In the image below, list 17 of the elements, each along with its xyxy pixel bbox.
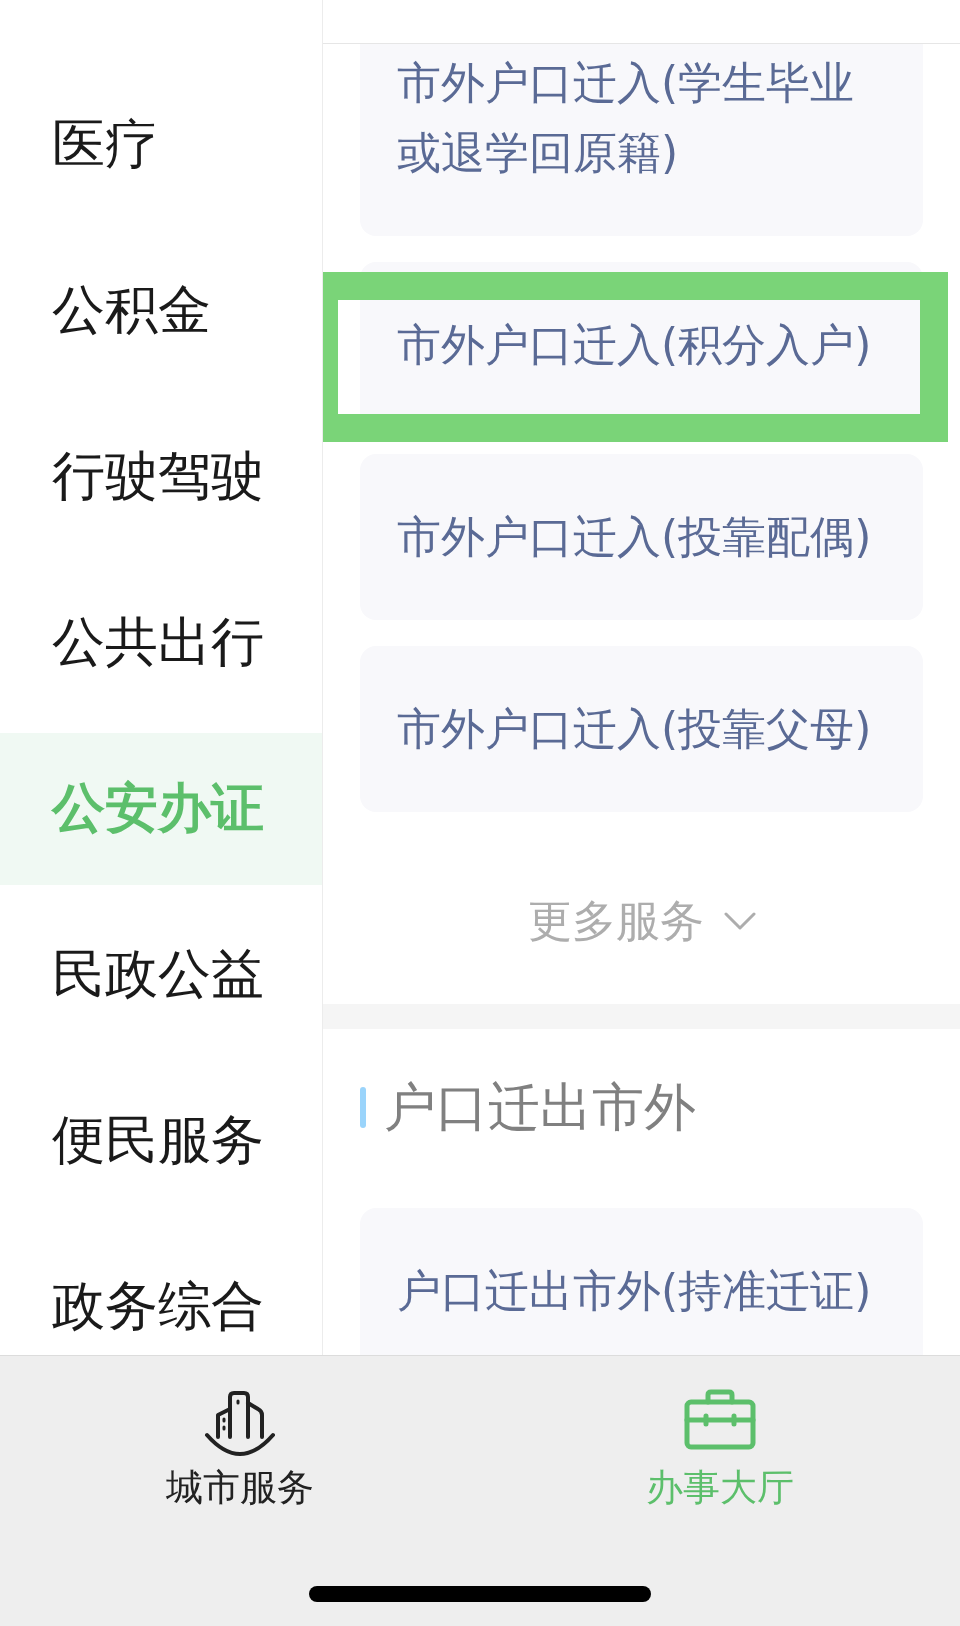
sidebar-item[interactable]: 公共出行: [0, 567, 322, 719]
tab[interactable]: 城市服务: [0, 1389, 480, 1510]
service-card[interactable]: 市外户口迁入(学生毕业或退学回原籍): [360, 44, 923, 236]
section-title: 户口迁出市外: [384, 1077, 696, 1137]
chevron-down-icon: [723, 912, 756, 930]
sidebar-item[interactable]: 公积金: [0, 235, 322, 387]
service-card[interactable]: 市外户口迁入(投靠父母): [360, 646, 923, 812]
sidebar-item[interactable]: 民政公益: [0, 899, 322, 1051]
service-card[interactable]: 户口迁出市外(持准迁证): [360, 1208, 923, 1355]
sidebar-item[interactable]: 便民服务: [0, 1065, 322, 1217]
briefcase-icon: [684, 1389, 756, 1450]
buildings-icon: [204, 1389, 276, 1456]
sidebar-item[interactable]: 医疗: [0, 69, 322, 221]
section-title-bar: [360, 1086, 366, 1128]
service-card[interactable]: 市外户口迁入(投靠配偶): [360, 454, 923, 620]
sidebar-item[interactable]: 行驶驾驶: [0, 401, 322, 553]
sidebar-item[interactable]: 政务综合: [0, 1231, 322, 1355]
